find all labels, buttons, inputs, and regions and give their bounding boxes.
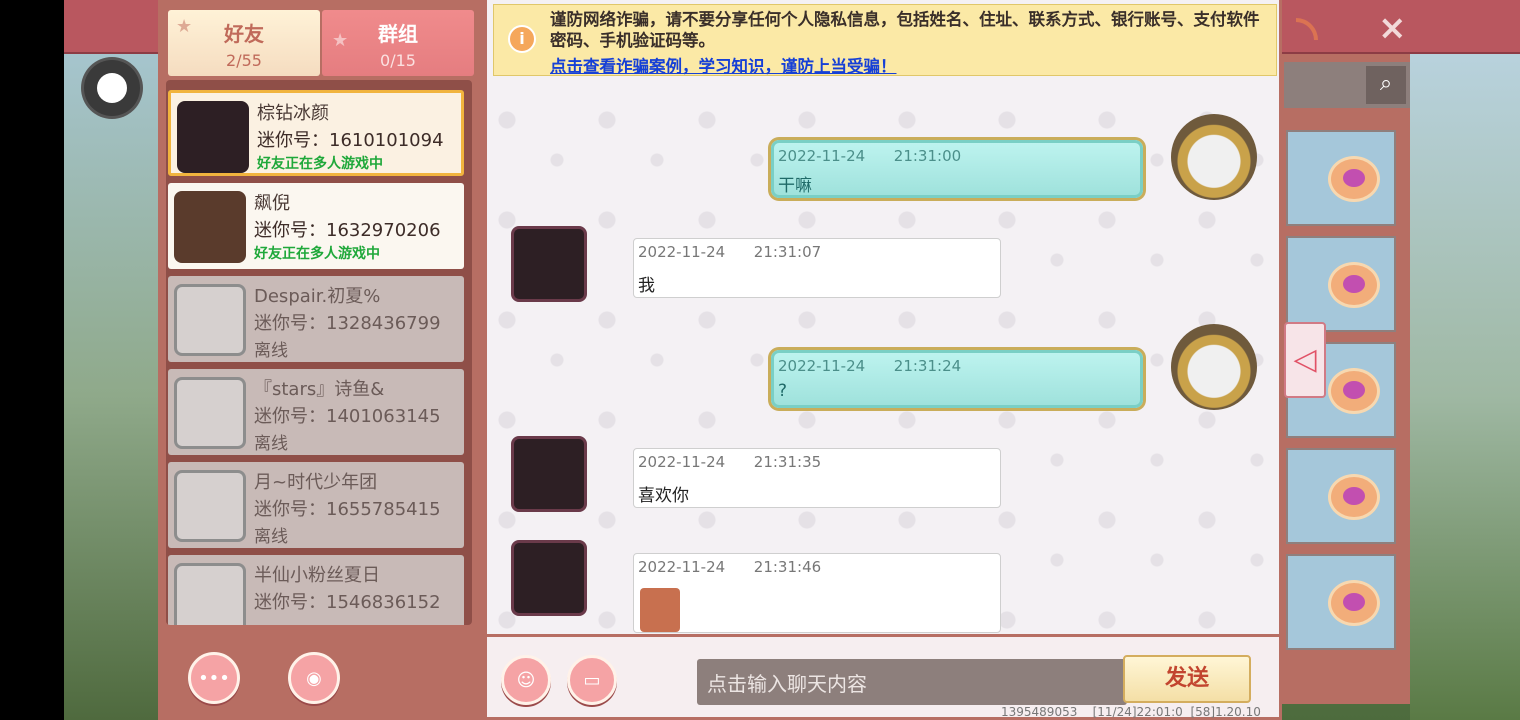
- eye-icon: ◉: [306, 667, 322, 689]
- friend-status: 离线: [254, 434, 288, 454]
- chat-panel[interactable]: i 谨防网络诈骗，请不要分享任何个人隐私信息，包括姓名、住址、联系方式、银行账号…: [484, 0, 1282, 634]
- friend-avatar: [174, 563, 246, 625]
- emoji-button[interactable]: ☺: [501, 655, 551, 705]
- friend-mini-id: 迷你号：1546836152: [254, 592, 441, 613]
- friend-name: 『stars』诗鱼&: [254, 379, 385, 400]
- friend-chat-avatar[interactable]: [511, 226, 587, 302]
- friend-chat-avatar[interactable]: [511, 540, 587, 616]
- message-text: 干嘛: [778, 176, 812, 196]
- tab-friends-count: 2/55: [226, 51, 262, 70]
- friend-name: 月~时代少年团: [254, 472, 378, 493]
- chat-input[interactable]: 点击输入聊天内容: [697, 659, 1127, 705]
- friend-list[interactable]: 棕钻冰颜 迷你号：1610101094 好友正在多人游戏中 飙倪 迷你号：163…: [166, 80, 472, 625]
- more-button[interactable]: •••: [188, 652, 240, 704]
- friend-chat-avatar[interactable]: [511, 436, 587, 512]
- chat-bubble-icon: [1328, 262, 1380, 308]
- friend-status: 离线: [254, 341, 288, 361]
- star-icon: ★: [176, 16, 193, 37]
- tab-groups[interactable]: ★ 群组 0/15: [322, 10, 474, 76]
- message-text: 喜欢你: [638, 486, 689, 506]
- message-bubble-received: 2022-11-24 21:31:07 我: [633, 238, 1001, 298]
- message-text: 我: [638, 276, 655, 296]
- search-icon[interactable]: ⌕: [1366, 66, 1406, 104]
- friend-status: 离线: [254, 527, 288, 547]
- chat-bubble-icon: [1328, 580, 1380, 626]
- message-bubble-sent: 2022-11-24 21:31:00 干嘛: [771, 140, 1143, 198]
- tab-friends[interactable]: ★ 好友 2/55: [168, 10, 320, 76]
- message-text: ?: [778, 381, 788, 401]
- conversation-item[interactable]: [1286, 554, 1396, 650]
- friend-status: 好友正在多人游戏中: [254, 246, 380, 262]
- background-scenery-right: [1410, 0, 1520, 720]
- message-time: 2022-11-24 21:31:46: [638, 558, 822, 576]
- friend-avatar: [177, 101, 249, 173]
- fraud-warning-banner: i 谨防网络诈骗，请不要分享任何个人隐私信息，包括姓名、住址、联系方式、银行账号…: [493, 4, 1277, 76]
- message-time: 2022-11-24 21:31:35: [638, 453, 822, 471]
- send-button[interactable]: 发送: [1123, 655, 1251, 703]
- footer-info: 1395489053 [11/24]22:01:0 [58]1.20.10: [1001, 705, 1261, 719]
- conversation-item[interactable]: [1286, 448, 1396, 544]
- friend-item[interactable]: 半仙小粉丝夏日 迷你号：1546836152: [168, 555, 464, 625]
- my-avatar[interactable]: [1171, 324, 1257, 410]
- friend-item[interactable]: 棕钻冰颜 迷你号：1610101094 好友正在多人游戏中: [168, 90, 464, 176]
- warning-icon: i: [508, 25, 536, 53]
- friend-avatar: [174, 191, 246, 263]
- sticker-image: [640, 588, 680, 632]
- tab-groups-count: 0/15: [380, 51, 416, 70]
- chat-input-bar: ☺ ▭ 点击输入聊天内容 发送 1395489053 [11/24]22:01:…: [484, 634, 1282, 720]
- keyboard-icon: ▭: [583, 669, 601, 691]
- message-time: 2022-11-24 21:31:07: [638, 243, 822, 261]
- friend-status: 好友正在多人游戏中: [257, 156, 383, 172]
- fraud-cases-link[interactable]: 点击查看诈骗案例，学习知识，谨防上当受骗！: [550, 53, 897, 77]
- chat-bubble-icon: [1328, 368, 1380, 414]
- friend-mini-id: 迷你号：1401063145: [254, 406, 441, 427]
- chat-bubble-icon: [1328, 474, 1380, 520]
- message-bubble-received: 2022-11-24 21:31:46: [633, 553, 1001, 633]
- friend-mini-id: 迷你号：1655785415: [254, 499, 441, 520]
- friend-mini-id: 迷你号：1328436799: [254, 313, 441, 334]
- emoji-icon: ☺: [516, 669, 536, 691]
- friend-item[interactable]: 『stars』诗鱼& 迷你号：1401063145 离线: [168, 369, 464, 455]
- more-icon: •••: [198, 667, 230, 689]
- conversation-item[interactable]: [1286, 130, 1396, 226]
- keyboard-button[interactable]: ▭: [567, 655, 617, 705]
- friend-item[interactable]: 月~时代少年团 迷你号：1655785415 离线: [168, 462, 464, 548]
- friend-avatar: [174, 470, 246, 542]
- chat-background: [487, 0, 1279, 634]
- conversation-item[interactable]: [1286, 236, 1396, 332]
- star-icon: ★: [332, 30, 349, 51]
- friend-name: 半仙小粉丝夏日: [254, 565, 380, 586]
- friend-avatar: [174, 284, 246, 356]
- chat-bubble-icon: [1328, 156, 1380, 202]
- my-avatar[interactable]: [1171, 114, 1257, 200]
- friend-avatar: [174, 377, 246, 449]
- message-bubble-received: 2022-11-24 21:31:35 喜欢你: [633, 448, 1001, 508]
- message-time: 2022-11-24 21:31:00: [778, 147, 962, 165]
- friend-mini-id: 迷你号：1610101094: [257, 130, 444, 151]
- message-bubble-sent: 2022-11-24 21:31:24 ?: [771, 350, 1143, 408]
- friend-name: 飙倪: [254, 193, 290, 214]
- friend-mini-id: 迷你号：1632970206: [254, 220, 441, 241]
- collapse-panel-button[interactable]: ◁: [1284, 322, 1326, 398]
- friend-name: Despair.初夏%: [254, 286, 381, 307]
- close-icon[interactable]: ×: [1378, 8, 1407, 48]
- message-time: 2022-11-24 21:31:24: [778, 357, 962, 375]
- screen-edge: [0, 0, 64, 720]
- friend-item[interactable]: Despair.初夏% 迷你号：1328436799 离线: [168, 276, 464, 362]
- friend-name: 棕钻冰颜: [257, 103, 329, 124]
- record-dot-icon: [97, 73, 127, 103]
- friend-item[interactable]: 飙倪 迷你号：1632970206 好友正在多人游戏中: [168, 183, 464, 269]
- warning-text: 谨防网络诈骗，请不要分享任何个人隐私信息，包括姓名、住址、联系方式、银行账号、支…: [550, 10, 1260, 50]
- record-button[interactable]: [84, 60, 140, 116]
- eye-button[interactable]: ◉: [288, 652, 340, 704]
- friend-list-panel: ★ 好友 2/55 ★ 群组 0/15 棕钻冰颜 迷你号：1610101094 …: [158, 0, 484, 720]
